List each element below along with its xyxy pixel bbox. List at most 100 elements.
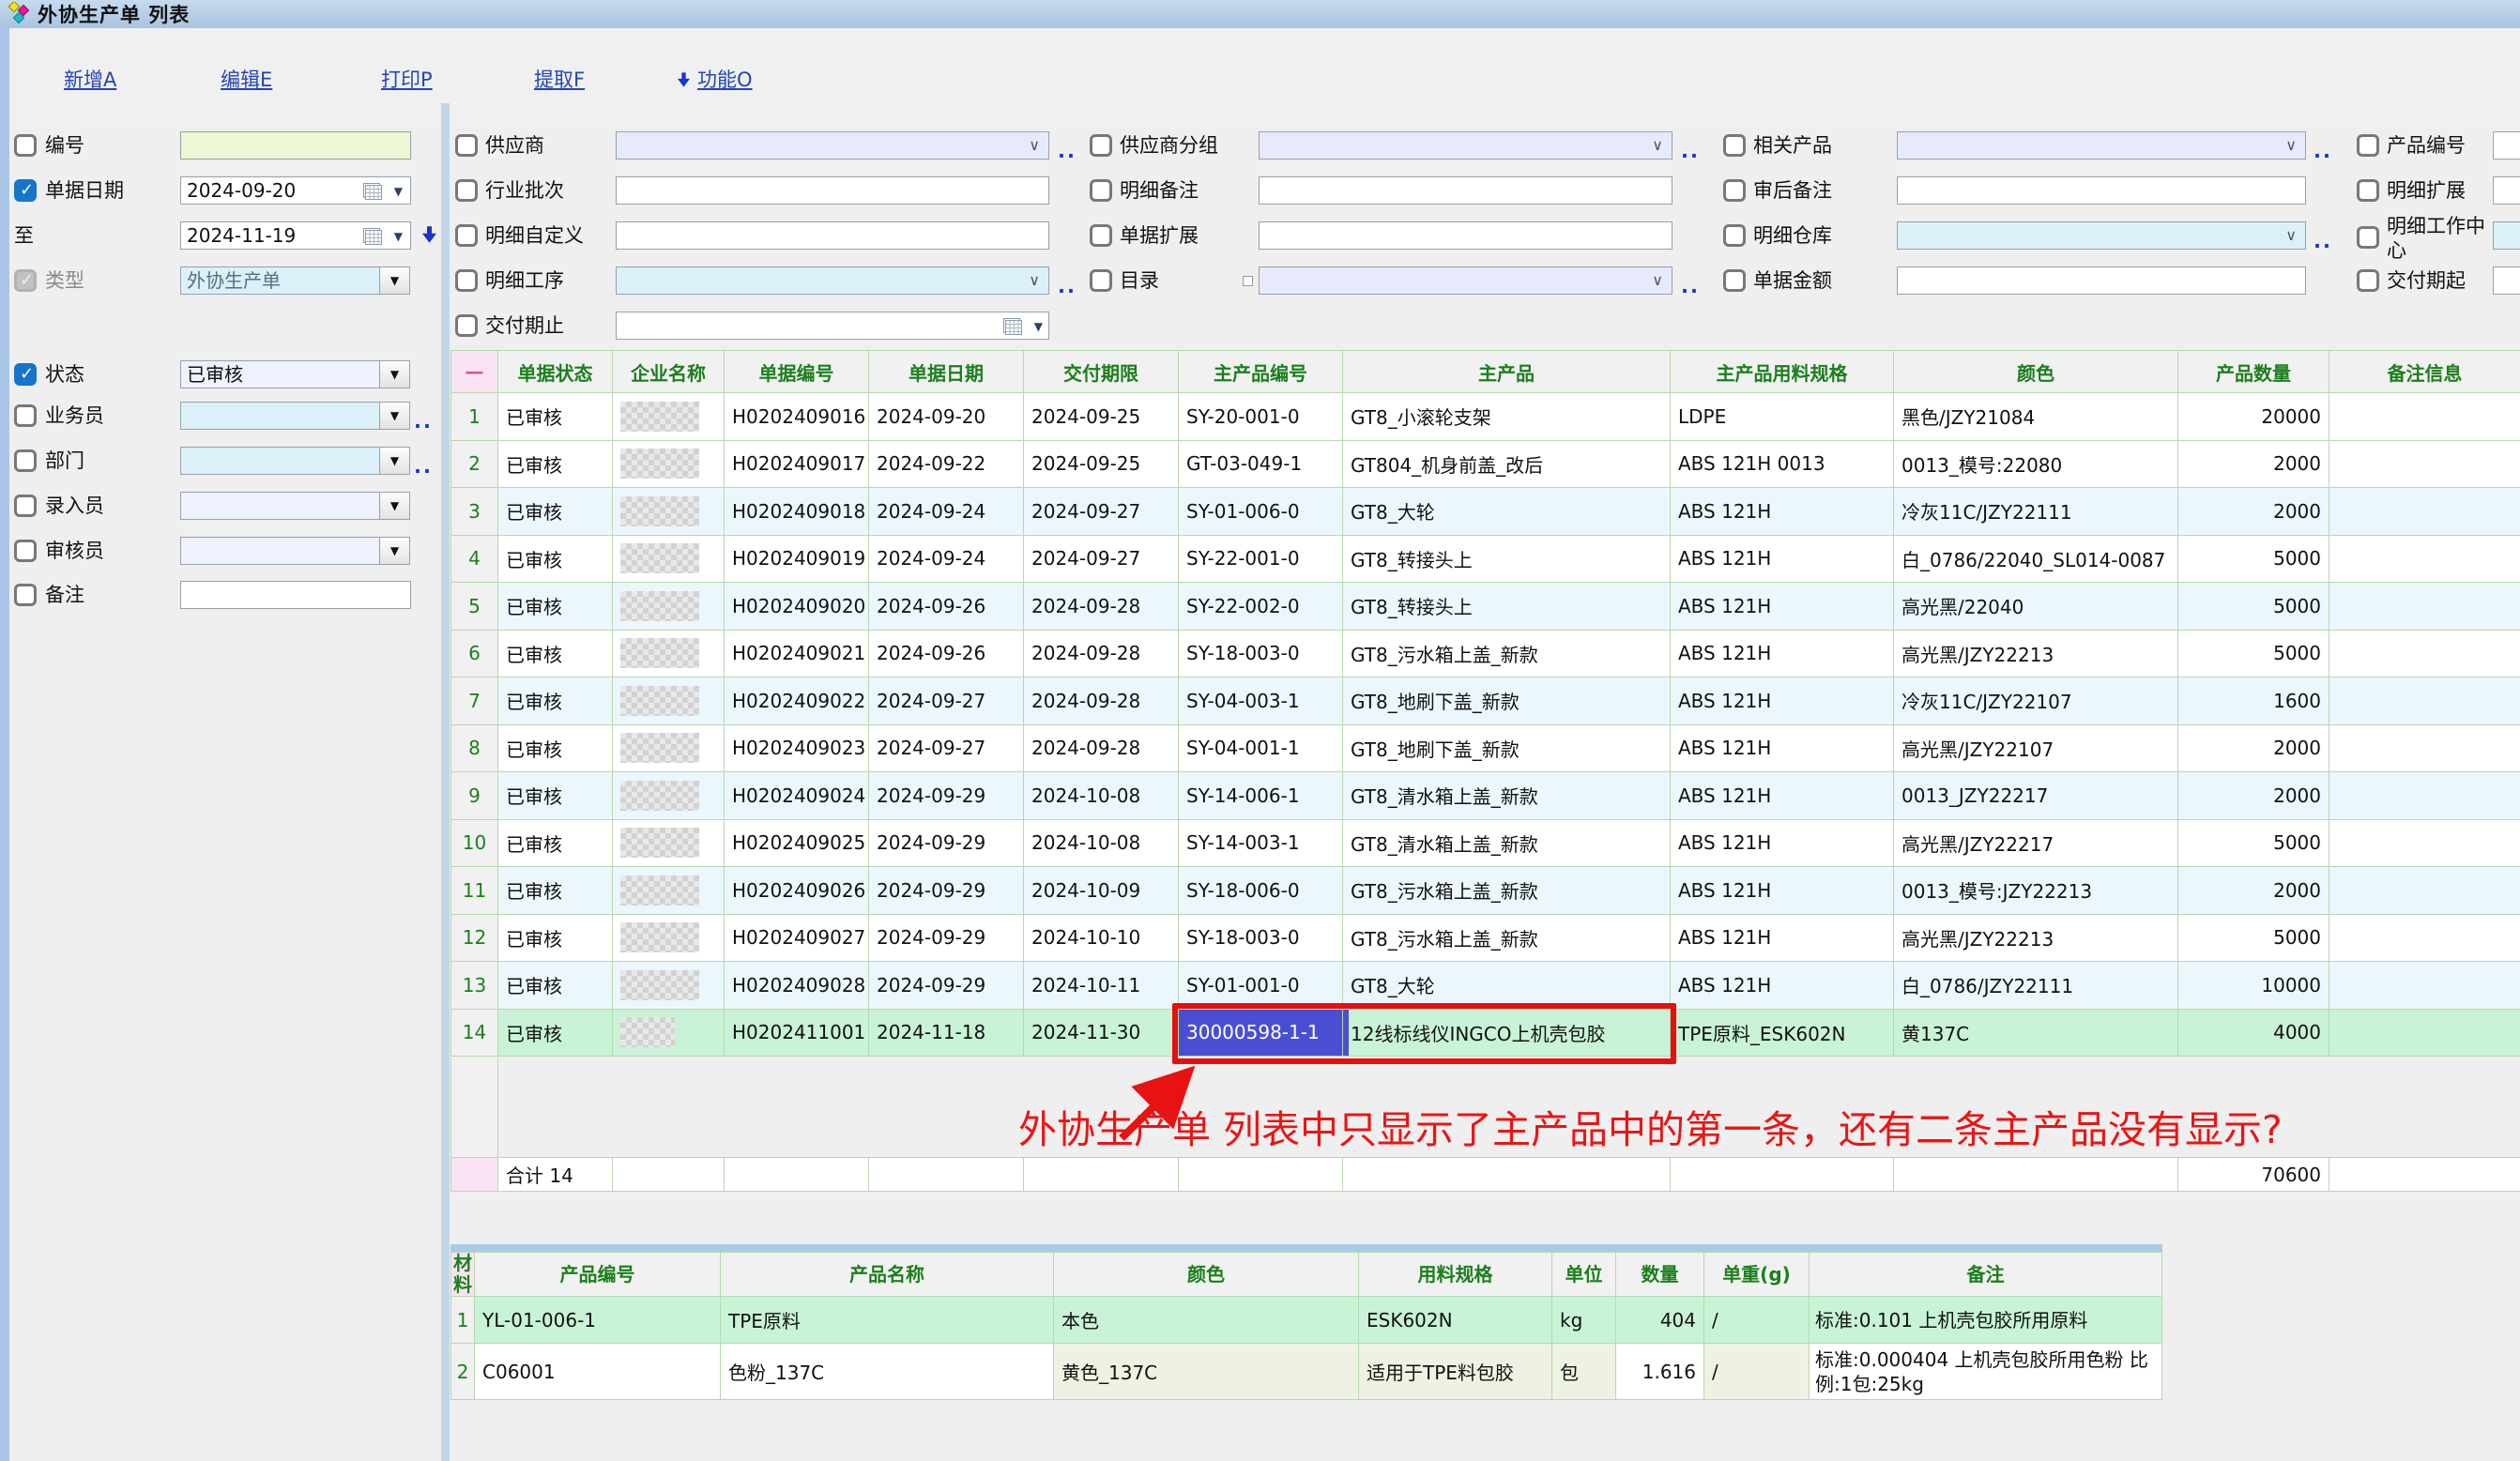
checkbox-salesman[interactable] bbox=[14, 404, 37, 427]
cell-color[interactable]: 黄137C bbox=[1894, 1009, 2178, 1057]
header-material-color[interactable]: 颜色 bbox=[1054, 1253, 1359, 1297]
cell-code[interactable]: SY-18-003-0 bbox=[1179, 630, 1343, 677]
remark-input[interactable] bbox=[180, 581, 411, 609]
checkbox-post-audit-remark[interactable] bbox=[1723, 179, 1746, 202]
cell-material-spec[interactable]: 适用于TPE料包胶 bbox=[1359, 1344, 1552, 1400]
doc-date-dropdown-icon[interactable]: ▼ bbox=[394, 177, 403, 205]
cell-company[interactable] bbox=[613, 488, 725, 536]
cell-material-spec[interactable]: ESK602N bbox=[1359, 1297, 1552, 1344]
entry-clerk-select[interactable] bbox=[180, 492, 380, 520]
cell-remark[interactable] bbox=[2329, 583, 2520, 631]
detail-process-select[interactable]: ∨ bbox=[616, 266, 1049, 295]
header-material-spec[interactable]: 用料规格 bbox=[1359, 1253, 1552, 1297]
order-row[interactable]: 12 已审核 H0202409027 2024-09-29 2024-10-10… bbox=[451, 914, 2520, 962]
detail-warehouse-select[interactable]: ∨ bbox=[1897, 221, 2306, 250]
cell-code[interactable]: SY-14-006-1 bbox=[1179, 772, 1343, 820]
doc-amount-input[interactable] bbox=[1897, 266, 2306, 295]
cell-company[interactable] bbox=[613, 867, 725, 915]
cell-qty[interactable]: 2000 bbox=[2178, 724, 2329, 772]
header-color[interactable]: 颜色 bbox=[1894, 351, 2178, 393]
cell-due[interactable]: 2024-10-08 bbox=[1024, 819, 1179, 867]
cell-order-no[interactable]: H0202409027 bbox=[725, 914, 869, 962]
cell-spec[interactable]: ABS 121H bbox=[1671, 772, 1894, 820]
order-row[interactable]: 8 已审核 H0202409023 2024-09-27 2024-09-28 … bbox=[451, 724, 2520, 772]
cell-material-unit-weight[interactable]: / bbox=[1704, 1344, 1810, 1400]
cell-status[interactable]: 已审核 bbox=[498, 488, 613, 536]
checkbox-auditor[interactable] bbox=[14, 540, 37, 562]
order-row[interactable]: 9 已审核 H0202409024 2024-09-29 2024-10-08 … bbox=[451, 772, 2520, 820]
cell-spec[interactable]: ABS 121H bbox=[1671, 583, 1894, 631]
header-date[interactable]: 单据日期 bbox=[869, 351, 1024, 393]
checkbox-entry-clerk[interactable] bbox=[14, 495, 37, 517]
entry-clerk-dropdown-button[interactable]: ▼ bbox=[379, 492, 410, 520]
cell-company[interactable] bbox=[613, 677, 725, 725]
order-row[interactable]: 6 已审核 H0202409021 2024-09-26 2024-09-28 … bbox=[451, 630, 2520, 677]
cell-spec[interactable]: ABS 121H 0013 bbox=[1671, 440, 1894, 488]
cell-order-no[interactable]: H0202409024 bbox=[725, 772, 869, 820]
cell-status[interactable]: 已审核 bbox=[498, 724, 613, 772]
checkbox-detail-process[interactable] bbox=[455, 269, 478, 292]
cell-remark[interactable] bbox=[2329, 488, 2520, 536]
cell-date[interactable]: 2024-09-27 bbox=[869, 724, 1024, 772]
cell-code[interactable]: SY-04-003-1 bbox=[1179, 677, 1343, 725]
cell-company[interactable] bbox=[613, 724, 725, 772]
cell-due[interactable]: 2024-09-25 bbox=[1024, 393, 1179, 441]
to-date-input[interactable]: 2024-11-19 ▼ bbox=[180, 221, 411, 250]
detail-custom-input[interactable] bbox=[616, 221, 1049, 250]
cell-order-no[interactable]: H0202409022 bbox=[725, 677, 869, 725]
cell-product[interactable]: GT8_污水箱上盖_新款 bbox=[1343, 867, 1671, 915]
cell-spec[interactable]: ABS 121H bbox=[1671, 630, 1894, 677]
cell-order-no[interactable]: H0202409018 bbox=[725, 488, 869, 536]
cell-product[interactable]: GT8_污水箱上盖_新款 bbox=[1343, 914, 1671, 962]
order-row[interactable]: 13 已审核 H0202409028 2024-09-29 2024-10-11… bbox=[451, 962, 2520, 1010]
cell-date[interactable]: 2024-11-18 bbox=[869, 1009, 1024, 1057]
cell-remark[interactable] bbox=[2329, 440, 2520, 488]
order-row[interactable]: 11 已审核 H0202409026 2024-09-29 2024-10-09… bbox=[451, 867, 2520, 915]
cell-order-no[interactable]: H0202409021 bbox=[725, 630, 869, 677]
cell-qty[interactable]: 2000 bbox=[2178, 867, 2329, 915]
cell-due[interactable]: 2024-09-28 bbox=[1024, 583, 1179, 631]
cell-code[interactable]: SY-01-001-0 bbox=[1179, 962, 1343, 1010]
cell-product[interactable]: GT8_清水箱上盖_新款 bbox=[1343, 819, 1671, 867]
cell-status[interactable]: 已审核 bbox=[498, 867, 613, 915]
cell-due[interactable]: 2024-09-28 bbox=[1024, 677, 1179, 725]
cell-remark[interactable] bbox=[2329, 867, 2520, 915]
cell-product[interactable]: GT8_清水箱上盖_新款 bbox=[1343, 772, 1671, 820]
cell-due[interactable]: 2024-10-09 bbox=[1024, 867, 1179, 915]
cell-date[interactable]: 2024-09-29 bbox=[869, 819, 1024, 867]
cell-remark[interactable] bbox=[2329, 1009, 2520, 1057]
cell-color[interactable]: 0013_模号:JZY22213 bbox=[1894, 867, 2178, 915]
header-material-qty[interactable]: 数量 bbox=[1616, 1253, 1704, 1297]
cell-company[interactable] bbox=[613, 440, 725, 488]
expand-down-arrow-icon[interactable] bbox=[422, 226, 436, 243]
cell-code[interactable]: SY-22-002-0 bbox=[1179, 583, 1343, 631]
cell-order-no[interactable]: H0202411001 bbox=[725, 1009, 869, 1057]
cell-material-unit-weight[interactable]: / bbox=[1704, 1297, 1810, 1344]
calendar-icon[interactable] bbox=[363, 227, 382, 245]
cell-qty[interactable]: 10000 bbox=[2178, 962, 2329, 1010]
cell-status[interactable]: 已审核 bbox=[498, 630, 613, 677]
industry-batch-input[interactable] bbox=[616, 176, 1049, 205]
auditor-select[interactable] bbox=[180, 537, 380, 565]
cell-material-code[interactable]: C06001 bbox=[475, 1344, 721, 1400]
header-material[interactable]: 材料 bbox=[451, 1253, 475, 1297]
cell-due[interactable]: 2024-10-08 bbox=[1024, 772, 1179, 820]
cell-date[interactable]: 2024-09-26 bbox=[869, 630, 1024, 677]
cell-spec[interactable]: ABS 121H bbox=[1671, 677, 1894, 725]
cell-order-no[interactable]: H0202409023 bbox=[725, 724, 869, 772]
salesman-dropdown-button[interactable]: ▼ bbox=[379, 402, 410, 430]
cell-qty[interactable]: 2000 bbox=[2178, 488, 2329, 536]
cell-material-remark[interactable]: 标准:0.000404 上机壳包胶所用色粉 比例:1包:25kg bbox=[1810, 1344, 2162, 1400]
checkbox-number[interactable] bbox=[14, 134, 37, 157]
cell-remark[interactable] bbox=[2329, 630, 2520, 677]
cell-company[interactable] bbox=[613, 1009, 725, 1057]
cell-code[interactable]: SY-22-001-0 bbox=[1179, 535, 1343, 583]
cell-order-no[interactable]: H0202409026 bbox=[725, 867, 869, 915]
checkbox-detail-work-center[interactable] bbox=[2357, 226, 2379, 249]
cell-due[interactable]: 2024-09-25 bbox=[1024, 440, 1179, 488]
cell-company[interactable] bbox=[613, 535, 725, 583]
cell-company[interactable] bbox=[613, 393, 725, 441]
type-dropdown-button[interactable]: ▼ bbox=[379, 266, 410, 295]
calendar-icon[interactable] bbox=[363, 182, 382, 200]
cell-code[interactable]: SY-18-003-0 bbox=[1179, 914, 1343, 962]
